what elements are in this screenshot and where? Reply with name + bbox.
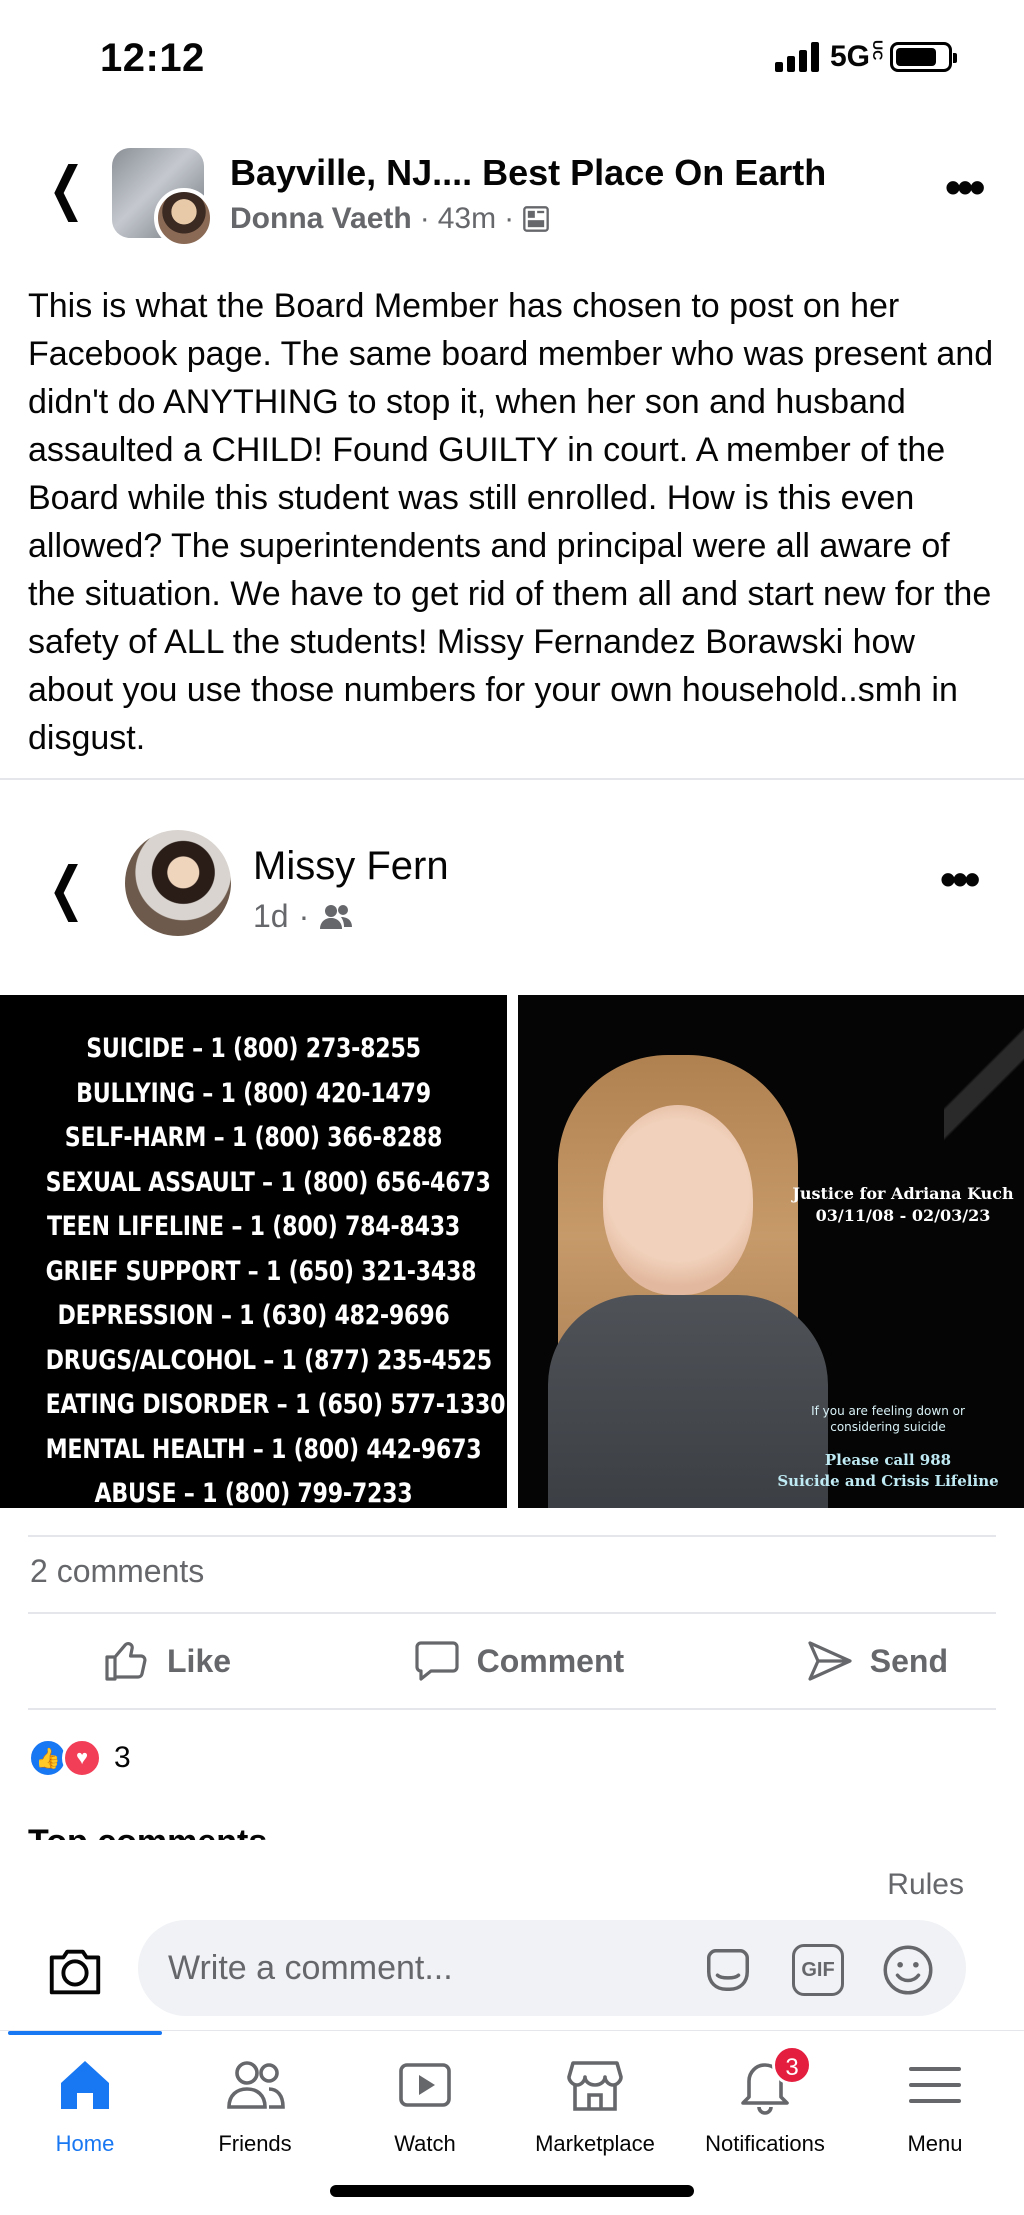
hotline-line: SUICIDE – 1 (800) 273-8255 [86,1033,421,1064]
post-text: This is what the Board Member has chosen… [28,287,994,757]
emoji-icon[interactable] [880,1942,936,1998]
shared-author-avatar[interactable] [125,830,231,936]
like-button[interactable]: Like [103,1637,231,1685]
camera-icon[interactable] [44,1940,106,2002]
shared-post-meta: 1d · [253,898,353,935]
shared-back-button[interactable]: ❮ [48,860,84,918]
post-header: ❮ Bayville, NJ.... Best Place On Earth D… [0,130,1024,250]
hotline-numbers-image[interactable]: SUICIDE – 1 (800) 273-8255 BULLYING – 1 … [0,995,507,1509]
send-button[interactable]: Send [806,1637,948,1685]
signal-icon [775,42,823,72]
home-indicator [330,2185,694,2197]
hotline-line: GRIEF SUPPORT – 1 (650) 321-3438 [45,1255,477,1287]
nav-watch[interactable]: Watch [340,2053,510,2157]
memorial-caption: Justice for Adriana Kuch 03/11/08 - 02/0… [792,1184,1014,1225]
hotline-line: MENTAL HEALTH – 1 (800) 442-9673 [45,1433,482,1465]
divider [28,1535,996,1537]
hotline-line: TEEN LIFELINE – 1 (800) 784-8433 [46,1211,461,1242]
home-icon [61,2061,109,2109]
hotline-line: ABUSE – 1 (800) 799-7233 [94,1478,413,1509]
nav-notifications[interactable]: 3 Notifications [680,2045,850,2157]
friends-audience-icon [320,904,353,929]
hotline-line: BULLYING – 1 (800) 420-1479 [76,1077,431,1109]
shared-post-header: ❮ Missy Fern 1d · ••• [0,820,1024,950]
back-button[interactable]: ❮ [48,160,84,218]
comments-count[interactable]: 2 comments [30,1553,204,1590]
reactions-count: 3 [114,1741,131,1774]
photo-stripe-decoration [944,995,1024,1175]
support-caption: If you are feeling down or considering s… [811,1404,965,1434]
shared-post-time[interactable]: 1d [253,898,289,935]
nav-menu[interactable]: Menu [850,2053,1020,2157]
speech-bubble-icon [415,1641,459,1681]
more-options-button[interactable]: ••• [945,164,985,210]
shared-author-name[interactable]: Missy Fern [253,844,449,889]
comment-box[interactable]: GIF [138,1920,966,2016]
hotline-line: SEXUAL ASSAULT – 1 (800) 656-4673 [45,1166,491,1198]
network-indicator: 5GUC [830,40,887,73]
status-bar: 12:12 5GUC [0,0,1024,120]
nav-friends[interactable]: Friends [170,2053,340,2157]
action-bar: Like Comment Send [28,1615,996,1707]
hotline-line: DRUGS/ALCOHOL – 1 (877) 235-4525 [45,1344,493,1376]
hotline-line: SELF-HARM – 1 (800) 366-8288 [64,1122,443,1153]
post-meta: Donna Vaeth · 43m · [230,202,550,236]
menu-icon [909,2067,961,2103]
shared-more-options-button[interactable]: ••• [940,856,980,902]
group-name[interactable]: Bayville, NJ.... Best Place On Earth [230,152,826,194]
rules-link[interactable]: Rules [887,1868,964,1902]
hotline-line: DEPRESSION – 1 (630) 482-9696 [57,1300,450,1331]
nav-home[interactable]: Home [0,2053,170,2157]
divider [0,778,1024,780]
author-avatar[interactable] [154,188,214,248]
gif-button[interactable]: GIF [792,1944,844,1996]
post-time[interactable]: 43m [438,202,496,236]
nav-marketplace[interactable]: Marketplace [510,2053,680,2157]
memorial-photo[interactable]: Justice for Adriana Kuch 03/11/08 - 02/0… [518,995,1024,1508]
divider [28,1612,996,1614]
friends-icon [227,2061,285,2109]
thumbs-up-icon [105,1642,147,1681]
battery-icon [890,42,957,72]
hotline-line: EATING DISORDER – 1 (650) 577-1330 [45,1389,506,1420]
comment-composer: Rules GIF [0,1840,1024,2030]
love-reaction-icon: ♥ [62,1738,102,1778]
author-name[interactable]: Donna Vaeth [230,202,412,236]
send-icon [808,1641,852,1681]
portrait-face [603,1105,753,1295]
comment-input[interactable] [168,1944,688,1992]
group-avatar[interactable] [112,148,214,248]
group-audience-icon [523,206,549,232]
divider [28,1708,996,1710]
reactions-summary[interactable]: 👍 ♥ 3 [28,1738,131,1778]
notifications-badge: 3 [772,2045,812,2085]
status-time: 12:12 [100,36,205,80]
lifeline-caption: Please call 988 Suicide and Crisis Lifel… [777,1451,999,1490]
marketplace-icon [567,2061,623,2111]
comment-button[interactable]: Comment [413,1637,624,1685]
watch-icon [399,2063,451,2107]
sticker-icon[interactable] [700,1942,756,1998]
active-tab-indicator [8,2031,162,2035]
top-comments-filter[interactable]: Top comments ⌄ [28,1818,305,1840]
